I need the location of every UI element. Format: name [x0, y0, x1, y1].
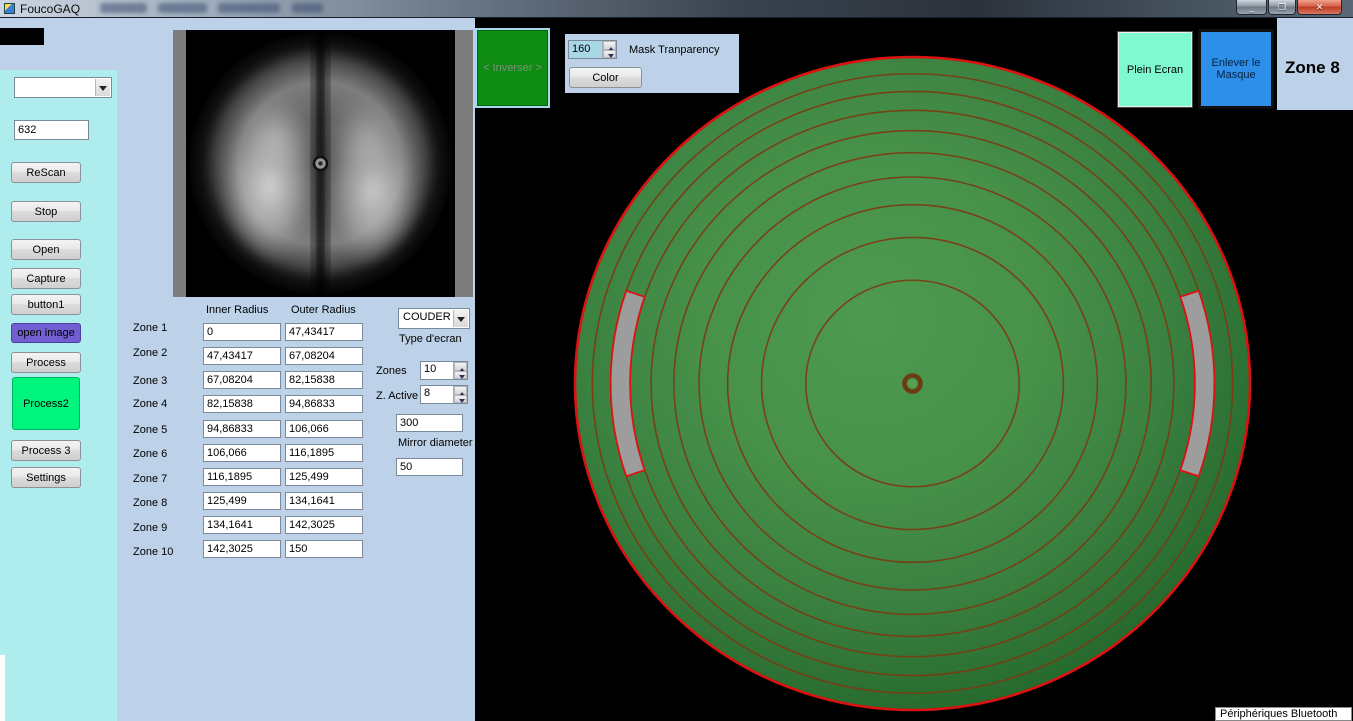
enlever-masque-button[interactable]: Enlever le Masque [1198, 29, 1274, 109]
blurred-menu-item [158, 3, 207, 13]
zone-row-label: Zone 6 [133, 448, 168, 460]
process3-button[interactable]: Process 3 [11, 440, 81, 461]
process-button[interactable]: Process [11, 352, 81, 373]
blurred-menu-item [218, 3, 280, 13]
camera-combobox[interactable] [14, 77, 112, 98]
zone2-outer-input[interactable] [285, 347, 363, 365]
zone10-inner-input[interactable] [203, 540, 281, 558]
zone8-outer-input[interactable] [285, 492, 363, 510]
zone9-inner-input[interactable] [203, 516, 281, 534]
foucault-image-panel [173, 30, 473, 297]
z-active-stepper[interactable]: 8 [420, 385, 468, 404]
stepper-arrows[interactable] [602, 41, 616, 58]
color-button[interactable]: Color [569, 67, 642, 88]
zone7-inner-input[interactable] [203, 468, 281, 486]
chevron-down-icon [453, 310, 468, 327]
mirror-diameter-label: Mirror diameter [398, 437, 473, 449]
z-active-value: 8 [424, 387, 431, 399]
zone-row-label: Zone 4 [133, 398, 168, 410]
down-arrow-icon[interactable] [454, 370, 467, 379]
transparency-stepper[interactable]: 160 [568, 40, 617, 59]
stop-button[interactable]: Stop [11, 201, 81, 222]
zone3-inner-input[interactable] [203, 371, 281, 389]
process2-button[interactable]: Process2 [12, 377, 80, 430]
window-title: FoucoGAQ [20, 2, 81, 16]
foucaultgram [186, 30, 455, 297]
plein-ecran-button[interactable]: Plein Ecran [1117, 31, 1193, 108]
transparency-value: 160 [569, 41, 602, 58]
zone-row-label: Zone 2 [133, 347, 168, 359]
screen-type-value: COUDER [403, 311, 451, 323]
down-arrow-icon[interactable] [454, 394, 467, 403]
app-icon [4, 3, 15, 14]
couder-mask-overlay [573, 55, 1252, 712]
zone5-outer-input[interactable] [285, 420, 363, 438]
focal-input[interactable] [396, 414, 463, 432]
mask-display-area[interactable] [475, 18, 1353, 721]
open-button[interactable]: Open [11, 239, 81, 260]
zone-row-label: Zone 7 [133, 473, 168, 485]
button1-button[interactable]: button1 [11, 294, 81, 315]
close-button[interactable]: ✕ [1297, 0, 1342, 15]
zone2-inner-input[interactable] [203, 347, 281, 365]
z-active-label: Z. Active [376, 390, 419, 402]
up-arrow-icon[interactable] [454, 362, 467, 372]
zone1-outer-input[interactable] [285, 323, 363, 341]
zones-value: 10 [424, 363, 437, 375]
zone-row-label: Zone 1 [133, 322, 168, 334]
zone7-outer-input[interactable] [285, 468, 363, 486]
capture-button[interactable]: Capture [11, 268, 81, 289]
zone9-outer-input[interactable] [285, 516, 363, 534]
title-bar: FoucoGAQ _ ❐ ✕ [0, 0, 1353, 18]
rescan-button[interactable]: ReScan [11, 162, 81, 183]
up-arrow-icon[interactable] [454, 386, 467, 396]
zone8-inner-input[interactable] [203, 492, 281, 510]
edge-strip [0, 655, 5, 721]
transparency-label: Mask Tranparency [629, 44, 720, 56]
zone-row-label: Zone 9 [133, 522, 168, 534]
zone4-outer-input[interactable] [285, 395, 363, 413]
window-controls: _ ❐ ✕ [1235, 0, 1342, 16]
zone-row-label: Zone 3 [133, 375, 168, 387]
settings-button[interactable]: Settings [11, 467, 81, 488]
blurred-menu-item [292, 3, 323, 13]
wavelength-input[interactable] [14, 120, 89, 140]
foucault-test-image[interactable] [186, 30, 455, 297]
outer-radius-header: Outer Radius [291, 304, 356, 316]
open-image-button[interactable]: open image [11, 323, 81, 343]
zones-label: Zones [376, 365, 407, 377]
zone3-outer-input[interactable] [285, 371, 363, 389]
minimize-button[interactable]: _ [1236, 0, 1267, 15]
active-zone-label: Zone 8 [1285, 58, 1340, 77]
zone1-inner-input[interactable] [203, 323, 281, 341]
screen-type-combobox[interactable]: COUDER [398, 308, 470, 329]
chevron-down-icon [95, 79, 110, 96]
down-arrow-icon[interactable] [603, 49, 616, 58]
bluetooth-tooltip: Périphériques Bluetooth [1215, 707, 1352, 721]
zones-stepper[interactable]: 10 [420, 361, 468, 380]
zone6-inner-input[interactable] [203, 444, 281, 462]
up-arrow-icon[interactable] [603, 41, 616, 51]
restore-button[interactable]: ❐ [1268, 0, 1296, 15]
zone4-inner-input[interactable] [203, 395, 281, 413]
zone6-outer-input[interactable] [285, 444, 363, 462]
redacted-label [0, 28, 44, 45]
zone-row-label: Zone 5 [133, 424, 168, 436]
mask-transparency-panel: 160 Mask Tranparency Color [565, 34, 739, 93]
inverser-button[interactable]: < Inverser > [477, 30, 548, 106]
inner-radius-header: Inner Radius [206, 304, 269, 316]
left-sidebar: ReScan Stop Open Capture button1 open im… [0, 70, 117, 721]
blurred-menu-item [100, 3, 147, 13]
mirror-diameter-input[interactable] [396, 458, 463, 476]
zone5-inner-input[interactable] [203, 420, 281, 438]
zone10-outer-input[interactable] [285, 540, 363, 558]
zone-row-label: Zone 10 [133, 546, 174, 558]
zone-row-label: Zone 8 [133, 497, 168, 509]
stepper-arrows[interactable] [453, 386, 467, 403]
screen-type-label: Type d'ecran [399, 333, 462, 345]
active-zone-panel: Zone 8 [1277, 18, 1353, 110]
stepper-arrows[interactable] [453, 362, 467, 379]
